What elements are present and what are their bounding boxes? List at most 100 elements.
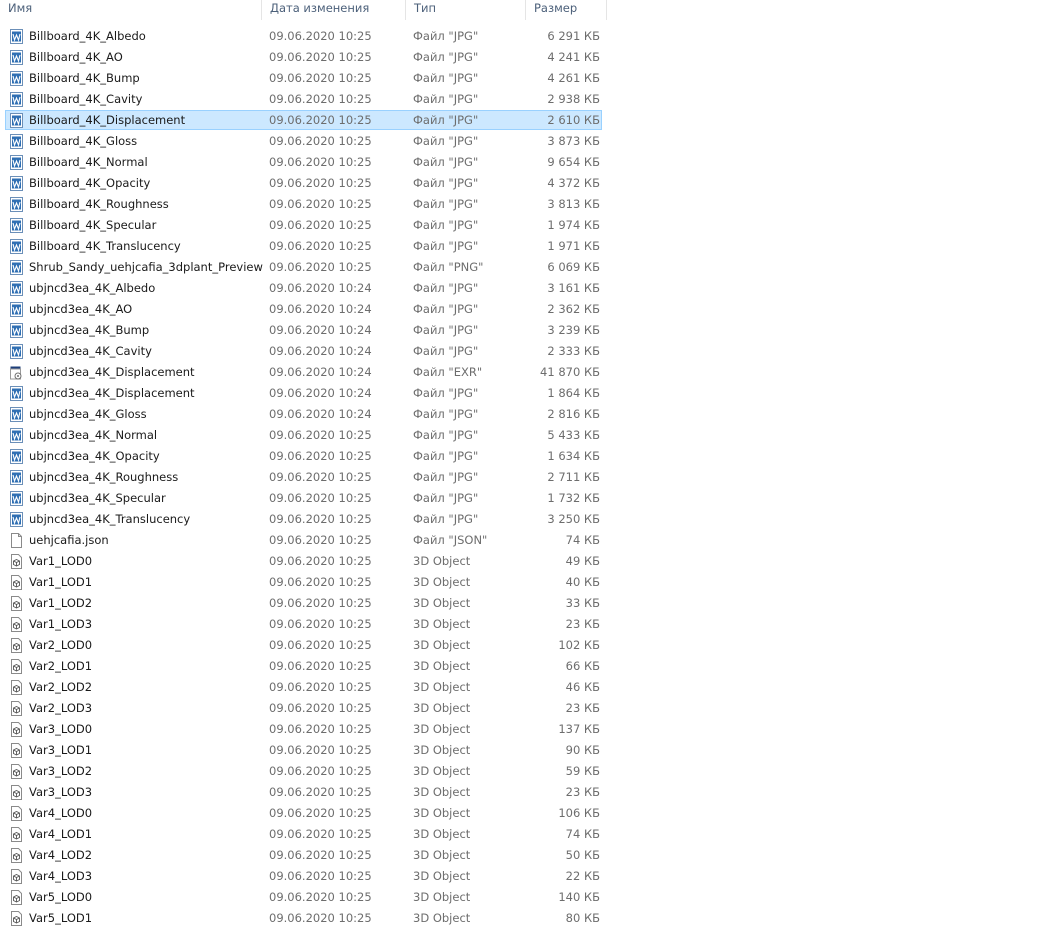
file-size: 3 161 КБ bbox=[547, 281, 600, 295]
file-size: 2 711 КБ bbox=[547, 470, 600, 484]
jpg-image-icon bbox=[10, 449, 23, 464]
jpg-image-icon bbox=[10, 218, 23, 233]
file-type: 3D Object bbox=[413, 869, 471, 883]
file-size: 3 250 КБ bbox=[547, 512, 600, 526]
file-row[interactable]: Var5_LOD1 09.06.2020 10:25 3D Object 80 КБ bbox=[0, 908, 610, 929]
jpg-image-icon bbox=[10, 470, 23, 485]
file-row[interactable]: Var1_LOD0 09.06.2020 10:25 3D Object 49 КБ bbox=[0, 551, 610, 572]
file-size: 23 КБ bbox=[565, 617, 600, 631]
file-row[interactable]: Var2_LOD1 09.06.2020 10:25 3D Object 66 КБ bbox=[0, 656, 610, 677]
file-size: 1 974 КБ bbox=[547, 218, 600, 232]
file-row[interactable]: ubjncd3ea_4K_Albedo 09.06.2020 10:24 Файл … bbox=[0, 278, 610, 299]
file-type: 3D Object bbox=[413, 554, 471, 568]
file-size: 6 291 КБ bbox=[547, 29, 600, 43]
column-header-date[interactable]: Дата изменения bbox=[262, 0, 406, 20]
file-type: Файл "JPG" bbox=[413, 323, 479, 337]
file-row[interactable]: Billboard_4K_Cavity 09.06.2020 10:25 Файл … bbox=[0, 89, 610, 110]
file-type: Файл "JPG" bbox=[413, 512, 479, 526]
file-row[interactable]: ubjncd3ea_4K_Displacement 09.06.2020 10:2… bbox=[0, 362, 610, 383]
file-type: 3D Object bbox=[413, 575, 471, 589]
file-row[interactable]: Var2_LOD3 09.06.2020 10:25 3D Object 23 КБ bbox=[0, 698, 610, 719]
file-size: 2 610 КБ bbox=[547, 113, 600, 127]
file-row[interactable]: ubjncd3ea_4K_Translucency 09.06.2020 10:2… bbox=[0, 509, 610, 530]
file-name: ubjncd3ea_4K_AO bbox=[29, 302, 133, 316]
file-row[interactable]: ubjncd3ea_4K_Opacity 09.06.2020 10:25 Файл… bbox=[0, 446, 610, 467]
file-row[interactable]: Var4_LOD1 09.06.2020 10:25 3D Object 74 КБ bbox=[0, 824, 610, 845]
file-row[interactable]: ubjncd3ea_4K_Bump 09.06.2020 10:24 Файл "J… bbox=[0, 320, 610, 341]
file-row[interactable]: ubjncd3ea_4K_Gloss 09.06.2020 10:24 Файл "… bbox=[0, 404, 610, 425]
file-size: 49 КБ bbox=[565, 554, 600, 568]
file-row[interactable]: Var2_LOD2 09.06.2020 10:25 3D Object 46 КБ bbox=[0, 677, 610, 698]
file-date-modified: 09.06.2020 10:24 bbox=[269, 344, 372, 358]
file-date-modified: 09.06.2020 10:24 bbox=[269, 386, 372, 400]
file-row[interactable]: Billboard_4K_Displacement 09.06.2020 10:2… bbox=[0, 110, 610, 131]
file-row[interactable]: Var3_LOD1 09.06.2020 10:25 3D Object 90 КБ bbox=[0, 740, 610, 761]
jpg-image-icon bbox=[10, 155, 23, 170]
file-row[interactable]: ubjncd3ea_4K_Displacement 09.06.2020 10:2… bbox=[0, 383, 610, 404]
file-date-modified: 09.06.2020 10:24 bbox=[269, 281, 372, 295]
file-row[interactable]: Billboard_4K_Bump 09.06.2020 10:25 Файл "J… bbox=[0, 68, 610, 89]
file-row[interactable]: Var4_LOD0 09.06.2020 10:25 3D Object 106 КБ bbox=[0, 803, 610, 824]
file-row[interactable]: Billboard_4K_Specular 09.06.2020 10:25 Фай… bbox=[0, 215, 610, 236]
file-name: Var5_LOD0 bbox=[29, 890, 93, 904]
column-header-name[interactable]: Имя bbox=[0, 0, 262, 20]
file-size: 1 732 КБ bbox=[547, 491, 600, 505]
file-type: 3D Object bbox=[413, 596, 471, 610]
file-size: 46 КБ bbox=[565, 680, 600, 694]
file-size: 23 КБ bbox=[565, 785, 600, 799]
file-row[interactable]: Billboard_4K_Roughness 09.06.2020 10:25 Фа… bbox=[0, 194, 610, 215]
file-row[interactable]: Var5_LOD0 09.06.2020 10:25 3D Object 140 КБ bbox=[0, 887, 610, 908]
file-row[interactable]: uehjcafia.json 09.06.2020 10:25 Файл "JSON… bbox=[0, 530, 610, 551]
file-size: 3 873 КБ bbox=[547, 134, 600, 148]
file-type: Файл "EXR" bbox=[413, 365, 483, 379]
file-row[interactable]: Var4_LOD2 09.06.2020 10:25 3D Object 50 КБ bbox=[0, 845, 610, 866]
file-type: Файл "JPG" bbox=[413, 92, 479, 106]
file-row[interactable]: Billboard_4K_Albedo 09.06.2020 10:25 Файл … bbox=[0, 26, 610, 47]
file-row[interactable]: Var1_LOD1 09.06.2020 10:25 3D Object 40 КБ bbox=[0, 572, 610, 593]
file-row[interactable]: ubjncd3ea_4K_Cavity 09.06.2020 10:24 Файл … bbox=[0, 341, 610, 362]
file-size: 4 241 КБ bbox=[547, 50, 600, 64]
file-row[interactable]: Var3_LOD2 09.06.2020 10:25 3D Object 59 КБ bbox=[0, 761, 610, 782]
file-row[interactable]: Var1_LOD3 09.06.2020 10:25 3D Object 23 КБ bbox=[0, 614, 610, 635]
file-type: 3D Object bbox=[413, 638, 471, 652]
file-row[interactable]: Billboard_4K_Gloss 09.06.2020 10:25 Файл "… bbox=[0, 131, 610, 152]
file-size: 23 КБ bbox=[565, 701, 600, 715]
jpg-image-icon bbox=[10, 386, 23, 401]
file-date-modified: 09.06.2020 10:25 bbox=[269, 449, 372, 463]
file-date-modified: 09.06.2020 10:25 bbox=[269, 890, 372, 904]
file-row[interactable]: Billboard_4K_AO 09.06.2020 10:25 Файл "JPG… bbox=[0, 47, 610, 68]
file-size: 6 069 КБ bbox=[547, 260, 600, 274]
file-name: Var1_LOD1 bbox=[29, 575, 93, 589]
file-size: 50 КБ bbox=[565, 848, 600, 862]
file-date-modified: 09.06.2020 10:25 bbox=[269, 29, 372, 43]
file-size: 4 372 КБ bbox=[547, 176, 600, 190]
column-header-type[interactable]: Тип bbox=[406, 0, 526, 20]
file-name: Billboard_4K_Cavity bbox=[29, 92, 143, 106]
file-size: 9 654 КБ bbox=[547, 155, 600, 169]
file-name: Billboard_4K_Opacity bbox=[29, 176, 151, 190]
file-type: Файл "JPG" bbox=[413, 386, 479, 400]
file-row[interactable]: Shrub_Sandy_uehjcafia_3dplant_Preview 09.… bbox=[0, 257, 610, 278]
file-date-modified: 09.06.2020 10:25 bbox=[269, 806, 372, 820]
file-row[interactable]: ubjncd3ea_4K_Roughness 09.06.2020 10:25 Фа… bbox=[0, 467, 610, 488]
file-row[interactable]: ubjncd3ea_4K_AO 09.06.2020 10:24 Файл "JPG… bbox=[0, 299, 610, 320]
file-row[interactable]: Billboard_4K_Opacity 09.06.2020 10:25 Файл… bbox=[0, 173, 610, 194]
file-row[interactable]: ubjncd3ea_4K_Normal 09.06.2020 10:25 Файл … bbox=[0, 425, 610, 446]
file-date-modified: 09.06.2020 10:24 bbox=[269, 323, 372, 337]
3d-object-icon bbox=[10, 659, 23, 674]
file-row[interactable]: Var3_LOD0 09.06.2020 10:25 3D Object 137 КБ bbox=[0, 719, 610, 740]
file-row[interactable]: Billboard_4K_Normal 09.06.2020 10:25 Файл … bbox=[0, 152, 610, 173]
file-name: ubjncd3ea_4K_Displacement bbox=[29, 386, 195, 400]
file-row[interactable]: Var2_LOD0 09.06.2020 10:25 3D Object 102 КБ bbox=[0, 635, 610, 656]
file-row[interactable]: ubjncd3ea_4K_Specular 09.06.2020 10:25 Фай… bbox=[0, 488, 610, 509]
file-row[interactable]: Var1_LOD2 09.06.2020 10:25 3D Object 33 КБ bbox=[0, 593, 610, 614]
3d-object-icon bbox=[10, 617, 23, 632]
file-type: Файл "PNG" bbox=[413, 260, 484, 274]
exr-file-icon bbox=[10, 365, 23, 380]
file-name: ubjncd3ea_4K_Bump bbox=[29, 323, 150, 337]
file-type: Файл "JSON" bbox=[413, 533, 488, 547]
file-row[interactable]: Billboard_4K_Translucency 09.06.2020 10:2… bbox=[0, 236, 610, 257]
file-row[interactable]: Var3_LOD3 09.06.2020 10:25 3D Object 23 КБ bbox=[0, 782, 610, 803]
file-row[interactable]: Var4_LOD3 09.06.2020 10:25 3D Object 22 КБ bbox=[0, 866, 610, 887]
column-header-size[interactable]: Размер bbox=[526, 0, 607, 20]
